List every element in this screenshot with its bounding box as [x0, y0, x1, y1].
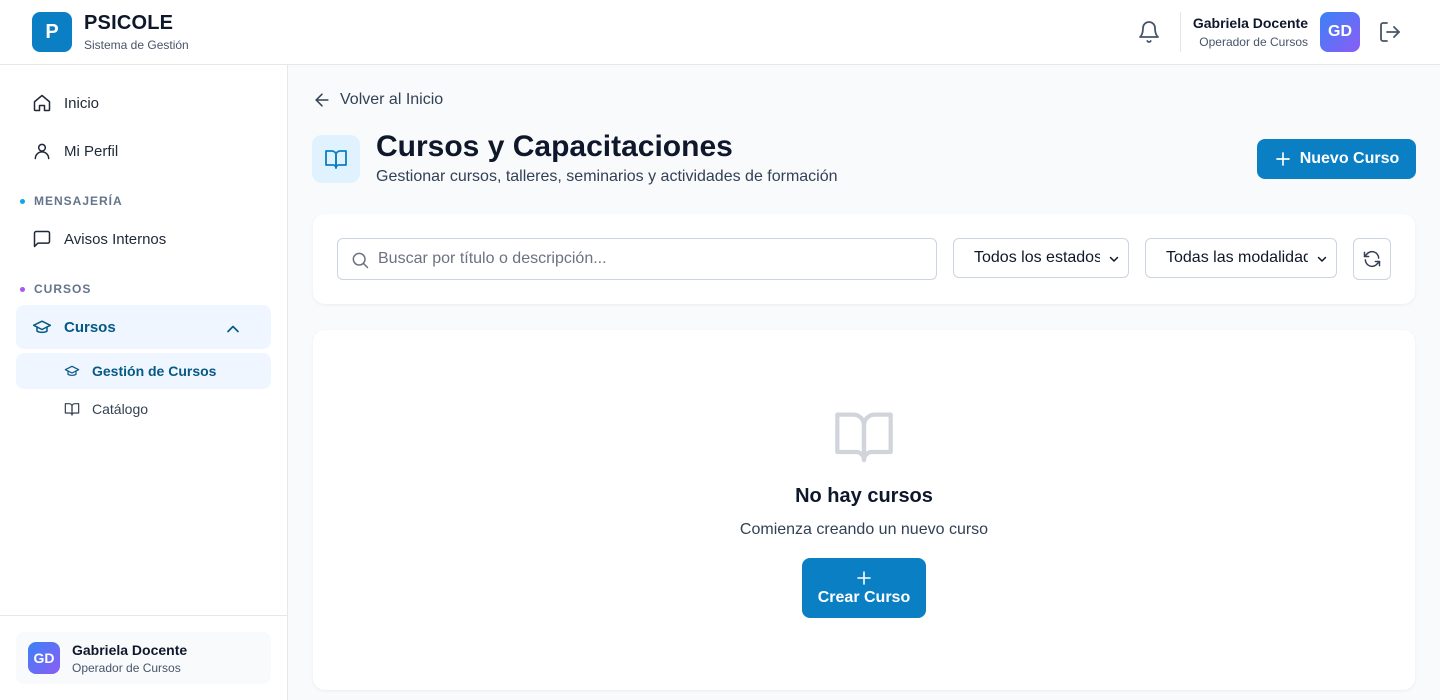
chevron-up-icon[interactable]	[223, 319, 243, 339]
create-course-button[interactable]: Crear Curso	[802, 558, 926, 618]
search-box[interactable]	[337, 238, 937, 280]
book-open-icon	[325, 150, 347, 169]
section-mensajeria: MENSAJERÍA	[20, 194, 123, 208]
empty-state-title: No hay cursos	[795, 485, 933, 507]
page-title-icon	[312, 135, 360, 183]
empty-state-card: No hay cursos Comienza creando un nuevo …	[313, 330, 1415, 690]
top-header: P PSICOLE Sistema de Gestión Gabriela Do…	[0, 0, 1440, 65]
book-open-icon	[835, 412, 893, 463]
page-subtitle: Gestionar cursos, talleres, seminarios y…	[376, 168, 838, 185]
app-logo[interactable]: P	[32, 12, 72, 52]
page-title: Cursos y Capacitaciones	[376, 130, 733, 163]
book-open-icon	[64, 403, 80, 416]
sidebar-item-label: Mi Perfil	[64, 142, 119, 160]
graduation-cap-icon	[32, 320, 52, 334]
sidebar-user-role: Operador de Cursos	[72, 661, 181, 675]
header-avatar[interactable]: GD	[1320, 12, 1360, 52]
sidebar-subitem-label: Catálogo	[92, 401, 149, 417]
empty-state-subtitle: Comienza creando un nuevo curso	[739, 521, 989, 538]
sidebar-user-name: Gabriela Docente	[72, 642, 188, 658]
sidebar-subitem-catalogo[interactable]: Catálogo	[16, 391, 271, 427]
header-user-name: Gabriela Docente	[1192, 15, 1308, 31]
section-dot	[20, 286, 25, 292]
sidebar-item-label: Avisos Internos	[64, 230, 167, 248]
plus-icon	[1275, 152, 1290, 166]
chevron-down-icon	[1109, 256, 1119, 262]
sidebar-divider	[0, 615, 287, 616]
user-icon	[34, 143, 50, 160]
brand-title: PSICOLE	[84, 12, 174, 34]
status-select[interactable]: Todos los estados	[953, 238, 1129, 278]
filters-card: Todos los estados Todas las modalidades	[313, 214, 1415, 304]
sidebar: Inicio Mi Perfil MENSAJERÍA Avisos Inter…	[0, 65, 288, 700]
back-link[interactable]: Volver al Inicio	[312, 90, 443, 110]
avatar: GD	[28, 642, 60, 674]
status-select-value: Todos los estados	[974, 249, 1100, 266]
sidebar-subitem-gestion-de-cursos[interactable]: Gestión de Cursos	[16, 353, 271, 389]
refresh-button[interactable]	[1353, 238, 1391, 280]
home-icon	[33, 94, 51, 112]
create-course-label: Crear Curso	[817, 588, 911, 606]
sidebar-item-avisos-internos[interactable]: Avisos Internos	[16, 217, 271, 261]
new-course-label: Nuevo Curso	[1299, 150, 1400, 167]
message-icon	[33, 230, 51, 248]
modality-select-value: Todas las modalidades	[1166, 249, 1308, 266]
sidebar-item-mi-perfil[interactable]: Mi Perfil	[16, 129, 271, 173]
brand-subtitle: Sistema de Gestión	[84, 38, 189, 52]
sidebar-item-label: Cursos	[64, 318, 116, 336]
search-icon	[352, 252, 369, 269]
section-dot	[20, 198, 25, 204]
sidebar-subitem-label: Gestión de Cursos	[92, 363, 217, 379]
section-title: MENSAJERÍA	[34, 194, 123, 208]
back-link-label: Volver al Inicio	[340, 91, 444, 108]
header-divider	[1180, 12, 1181, 52]
section-cursos: CURSOS	[20, 282, 91, 296]
sidebar-item-cursos[interactable]: Cursos	[16, 305, 271, 349]
section-title: CURSOS	[34, 282, 92, 296]
search-input[interactable]	[378, 239, 928, 279]
sidebar-item-inicio[interactable]: Inicio	[16, 81, 271, 125]
bell-icon[interactable]	[1137, 20, 1161, 44]
plus-icon	[857, 570, 871, 585]
arrow-left-icon	[315, 93, 329, 107]
sidebar-user-card[interactable]: GD Gabriela Docente Operador de Cursos	[16, 632, 271, 684]
refresh-icon	[1363, 250, 1381, 268]
graduation-cap-icon	[64, 365, 80, 376]
header-user-role: Operador de Cursos	[1199, 35, 1308, 49]
new-course-button[interactable]: Nuevo Curso	[1257, 139, 1416, 179]
sidebar-item-label: Inicio	[64, 94, 100, 112]
chevron-down-icon	[1317, 256, 1327, 262]
logout-icon[interactable]	[1378, 20, 1402, 44]
modality-select[interactable]: Todas las modalidades	[1145, 238, 1337, 278]
